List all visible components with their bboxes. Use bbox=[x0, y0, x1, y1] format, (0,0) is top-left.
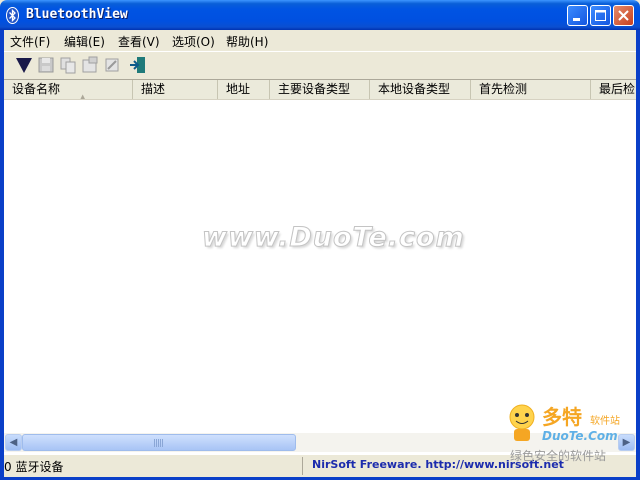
menu-file[interactable]: 文件(F) bbox=[10, 33, 50, 50]
menu-view[interactable]: 查看(V) bbox=[118, 33, 160, 50]
grip-icon bbox=[154, 439, 164, 447]
watermark-text: www.DuoTe.com bbox=[202, 222, 465, 254]
device-count: 0 蓝牙设备 bbox=[4, 460, 64, 474]
column-label: 最后检 bbox=[599, 82, 636, 96]
minimize-button[interactable] bbox=[567, 5, 588, 26]
maximize-button[interactable] bbox=[590, 5, 611, 26]
device-list[interactable]: 设备名称 ▲ 描述 地址 主要设备类型 本地设备类型 首先检测 最后检 www.… bbox=[4, 79, 636, 454]
column-header-major-device-type[interactable]: 主要设备类型 bbox=[270, 80, 370, 99]
status-separator bbox=[302, 457, 303, 475]
column-label: 描述 bbox=[141, 82, 166, 96]
column-label: 首先检测 bbox=[479, 82, 528, 96]
title-bar[interactable]: BluetoothView bbox=[0, 0, 640, 30]
logo-chinese: 多特 bbox=[542, 405, 582, 429]
properties-button[interactable] bbox=[80, 55, 100, 75]
properties-icon bbox=[82, 56, 98, 73]
mascot-icon bbox=[509, 404, 535, 441]
column-header-address[interactable]: 地址 bbox=[218, 80, 270, 99]
scroll-left-button[interactable]: ◀ bbox=[5, 434, 22, 451]
window-frame-right bbox=[636, 30, 640, 480]
column-header-first-detected[interactable]: 首先检测 bbox=[471, 80, 591, 99]
column-header-minor-device-type[interactable]: 本地设备类型 bbox=[370, 80, 471, 99]
column-label: 本地设备类型 bbox=[378, 82, 451, 96]
column-header-last-detected[interactable]: 最后检 bbox=[591, 80, 636, 99]
column-header-description[interactable]: 描述 bbox=[133, 80, 218, 99]
copy-button[interactable] bbox=[58, 55, 78, 75]
sort-arrow-icon: ▲ bbox=[80, 93, 86, 99]
window-title: BluetoothView bbox=[26, 7, 128, 22]
logo-tagline: 绿色安全的软件站 bbox=[510, 449, 607, 463]
column-label: 主要设备类型 bbox=[278, 82, 351, 96]
minimize-icon bbox=[573, 18, 580, 21]
scroll-thumb[interactable] bbox=[22, 434, 296, 451]
column-header-device-name[interactable]: 设备名称 ▲ bbox=[4, 80, 133, 99]
copy-icon bbox=[60, 57, 76, 74]
start-stop-icon bbox=[16, 58, 32, 73]
logo-subtitle: 软件站 bbox=[590, 416, 620, 427]
refresh-icon bbox=[105, 58, 119, 72]
column-label: 地址 bbox=[226, 82, 251, 96]
refresh-button[interactable] bbox=[102, 55, 122, 75]
bluetooth-icon bbox=[6, 7, 19, 24]
close-icon bbox=[618, 10, 629, 21]
save-icon bbox=[38, 57, 54, 73]
maximize-icon bbox=[595, 10, 606, 21]
menu-bar: 文件(F) 编辑(E) 查看(V) 选项(O) 帮助(H) bbox=[4, 30, 636, 50]
save-button[interactable] bbox=[36, 55, 56, 75]
menu-options[interactable]: 选项(O) bbox=[172, 33, 215, 50]
column-label: 设备名称 bbox=[12, 82, 61, 96]
exit-button[interactable] bbox=[128, 55, 148, 75]
start-stop-button[interactable] bbox=[14, 55, 34, 75]
logo-english: DuoTe.Com bbox=[542, 429, 618, 443]
menu-edit[interactable]: 编辑(E) bbox=[64, 33, 105, 50]
menu-help[interactable]: 帮助(H) bbox=[226, 33, 268, 50]
close-button[interactable] bbox=[613, 5, 634, 26]
duote-logo: 多特 软件站 DuoTe.Com 绿色安全的软件站 bbox=[506, 401, 636, 467]
exit-icon bbox=[130, 57, 145, 73]
toolbar bbox=[4, 51, 636, 79]
list-header: 设备名称 ▲ 描述 地址 主要设备类型 本地设备类型 首先检测 最后检 bbox=[4, 80, 636, 100]
